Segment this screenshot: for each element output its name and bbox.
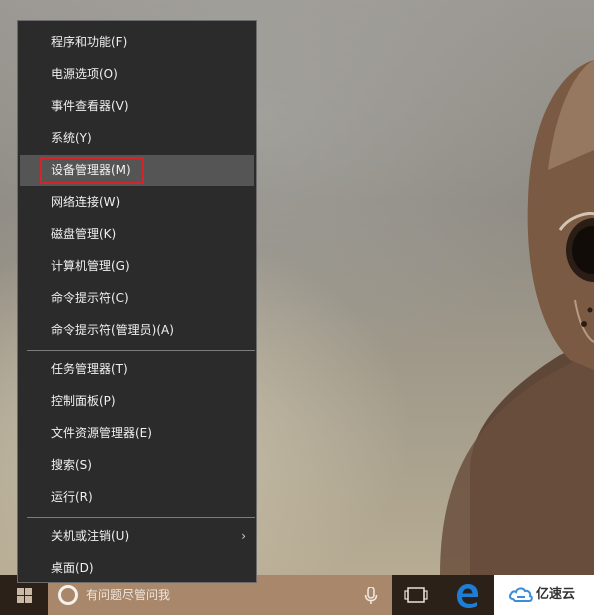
menu-item-label: 命令提示符(管理员)(A) — [51, 323, 174, 337]
menu-item-label: 系统(Y) — [51, 131, 92, 145]
menu-item-command-prompt-admin[interactable]: 命令提示符(管理员)(A) — [20, 315, 254, 346]
menu-item-control-panel[interactable]: 控制面板(P) — [20, 386, 254, 417]
menu-item-run[interactable]: 运行(R) — [20, 482, 254, 513]
menu-item-power-options[interactable]: 电源选项(O) — [20, 59, 254, 90]
menu-item-label: 程序和功能(F) — [51, 35, 128, 49]
menu-item-label: 运行(R) — [51, 490, 93, 504]
menu-item-label: 电源选项(O) — [51, 67, 118, 81]
menu-item-label: 搜索(S) — [51, 458, 92, 472]
desktop-screen: 程序和功能(F) 电源选项(O) 事件查看器(V) 系统(Y) 设备管理器(M)… — [0, 0, 594, 615]
menu-item-label: 关机或注销(U) — [51, 529, 130, 543]
task-view-icon[interactable] — [392, 575, 440, 615]
watermark-text: 亿速云 — [536, 587, 576, 602]
cortana-icon — [58, 585, 78, 605]
menu-item-file-explorer[interactable]: 文件资源管理器(E) — [20, 418, 254, 449]
menu-item-label: 文件资源管理器(E) — [51, 426, 152, 440]
winx-context-menu: 程序和功能(F) 电源选项(O) 事件查看器(V) 系统(Y) 设备管理器(M)… — [17, 20, 257, 583]
menu-item-label: 网络连接(W) — [51, 195, 121, 209]
chevron-right-icon: › — [241, 529, 246, 543]
menu-item-label: 计算机管理(G) — [51, 259, 130, 273]
menu-item-command-prompt[interactable]: 命令提示符(C) — [20, 283, 254, 314]
watermark-logo: 亿速云 — [494, 575, 594, 615]
menu-item-disk-management[interactable]: 磁盘管理(K) — [20, 219, 254, 250]
menu-item-task-manager[interactable]: 任务管理器(T) — [20, 354, 254, 385]
menu-item-label: 控制面板(P) — [51, 394, 116, 408]
microphone-icon[interactable] — [364, 587, 378, 605]
edge-icon[interactable] — [442, 575, 492, 615]
menu-separator — [27, 517, 255, 518]
menu-item-label: 磁盘管理(K) — [51, 227, 117, 241]
menu-item-label: 命令提示符(C) — [51, 291, 129, 305]
menu-item-label: 桌面(D) — [51, 561, 94, 575]
menu-item-label: 事件查看器(V) — [51, 99, 129, 113]
menu-item-desktop[interactable]: 桌面(D) — [20, 553, 254, 584]
menu-item-computer-management[interactable]: 计算机管理(G) — [20, 251, 254, 282]
menu-item-label: 任务管理器(T) — [51, 362, 128, 376]
menu-separator — [27, 350, 255, 351]
cloud-logo-icon — [508, 587, 533, 602]
menu-item-system[interactable]: 系统(Y) — [20, 123, 254, 154]
menu-item-label: 设备管理器(M) — [51, 163, 131, 177]
menu-item-shutdown-or-signout[interactable]: 关机或注销(U) › — [20, 521, 254, 552]
menu-item-network-connections[interactable]: 网络连接(W) — [20, 187, 254, 218]
menu-item-device-manager[interactable]: 设备管理器(M) — [20, 155, 254, 186]
menu-item-search[interactable]: 搜索(S) — [20, 450, 254, 481]
menu-item-programs-and-features[interactable]: 程序和功能(F) — [20, 27, 254, 58]
menu-item-event-viewer[interactable]: 事件查看器(V) — [20, 91, 254, 122]
